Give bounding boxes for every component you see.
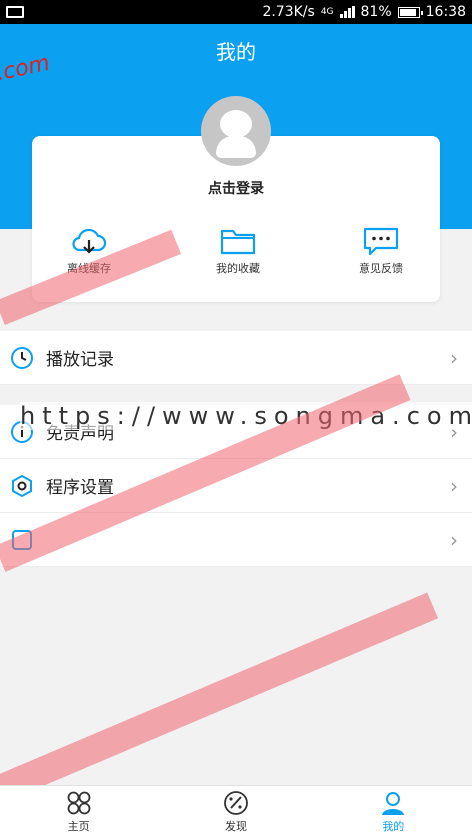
- cloud-download-icon: [72, 228, 107, 254]
- chat-bubble-icon: [363, 227, 399, 256]
- user-icon: [382, 791, 405, 815]
- folder-icon: [220, 229, 256, 255]
- clock-icon: [10, 346, 34, 370]
- network-type: 4G: [320, 7, 334, 17]
- login-button[interactable]: 点击登录: [0, 178, 472, 198]
- chevron-right-icon: ›: [450, 345, 458, 370]
- menu-item-label: 播放记录: [46, 350, 114, 370]
- network-speed: 2.73K/s: [262, 4, 315, 20]
- shortcut-favorites[interactable]: 我的收藏: [183, 226, 293, 276]
- battery-icon: [397, 6, 423, 18]
- palette-icon: [224, 790, 248, 815]
- clock-time: 16:38: [425, 4, 466, 20]
- chevron-right-icon: ›: [450, 527, 458, 552]
- tab-home[interactable]: 主页: [0, 786, 157, 837]
- menu-item-label: 程序设置: [46, 478, 114, 498]
- tab-label: 主页: [67, 819, 90, 833]
- tab-label: 我的: [382, 819, 405, 833]
- bottom-tab-bar: 主页 发现 我的: [0, 785, 472, 837]
- page-title: 我的: [216, 40, 256, 64]
- chevron-right-icon: ›: [450, 473, 458, 498]
- tab-mine[interactable]: 我的: [315, 786, 472, 837]
- grid-icon: [67, 791, 91, 814]
- signal-icon: [339, 6, 355, 18]
- settings-hex-icon: [10, 474, 34, 498]
- menu-item-play-history[interactable]: 播放记录 ›: [0, 331, 472, 385]
- shortcut-label: 意见反馈: [359, 262, 403, 275]
- battery-percent: 81%: [360, 4, 392, 20]
- status-bar: 2.73K/s 4G 81% 16:38: [0, 0, 472, 24]
- avatar[interactable]: [201, 96, 271, 166]
- watermark-url: https://www.songma.com: [20, 402, 472, 430]
- avatar-head-icon: [220, 110, 252, 138]
- watermark-stripe: [0, 592, 439, 802]
- shortcut-label: 我的收藏: [216, 262, 260, 275]
- image-notification-icon: [6, 6, 24, 18]
- tab-label: 发现: [224, 819, 247, 833]
- tab-discover[interactable]: 发现: [157, 786, 314, 837]
- shortcut-feedback[interactable]: 意见反馈: [326, 226, 436, 276]
- avatar-body-icon: [216, 136, 256, 158]
